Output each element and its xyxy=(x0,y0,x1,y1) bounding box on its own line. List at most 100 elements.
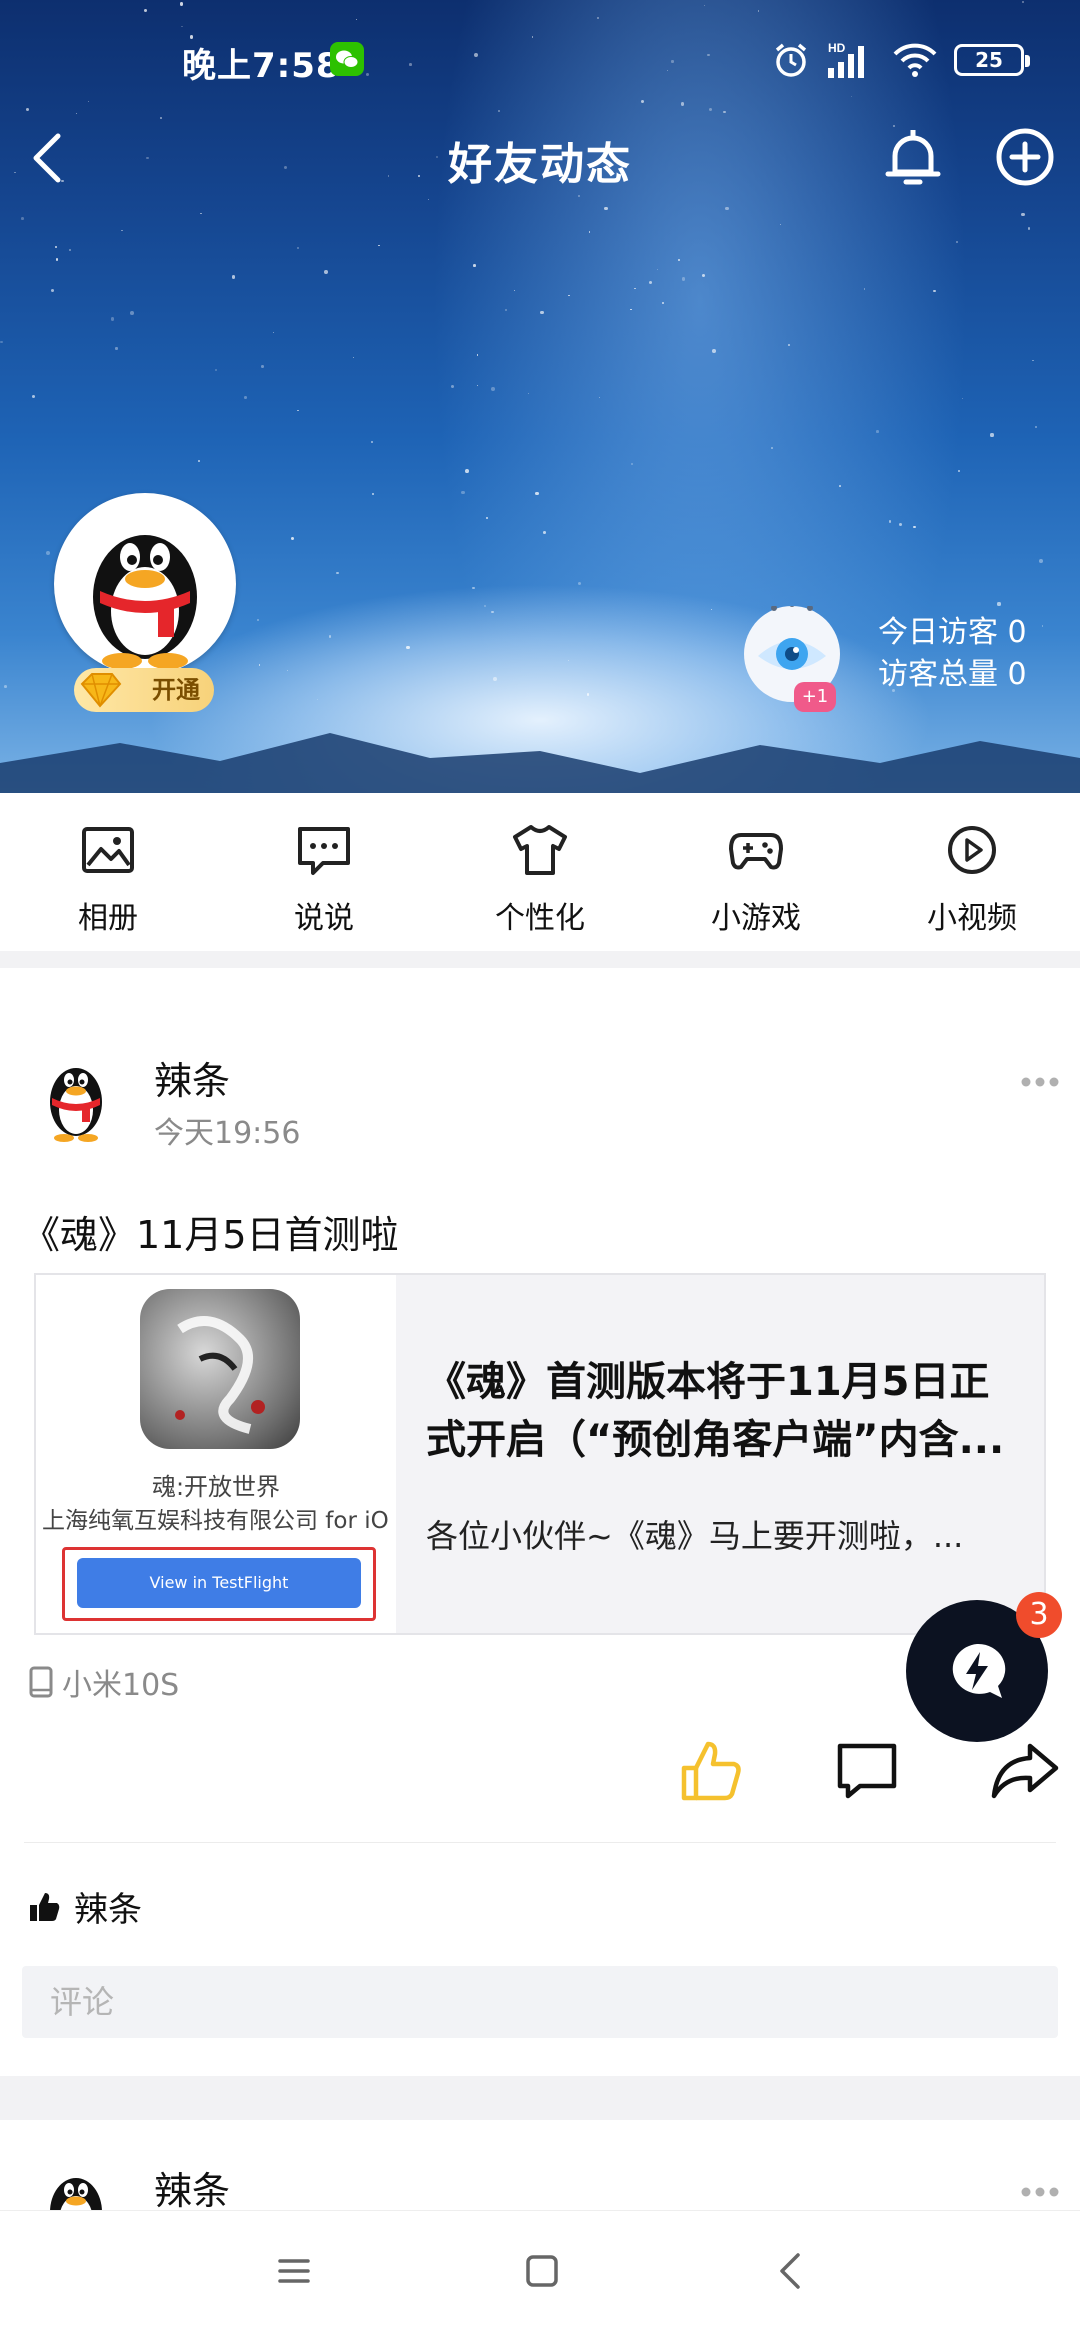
menu-item-personalize[interactable]: 个性化 xyxy=(432,793,648,951)
bell-icon[interactable] xyxy=(880,122,946,192)
game-app-icon xyxy=(140,1289,300,1449)
star xyxy=(788,344,790,347)
lightning-chat-icon xyxy=(952,1643,1006,1698)
star xyxy=(543,530,547,534)
star xyxy=(888,520,892,523)
star xyxy=(933,289,936,293)
share-description: 各位小伙伴~《魂》马上要开测啦，... xyxy=(426,1517,964,1555)
star xyxy=(111,317,115,321)
star xyxy=(710,608,713,611)
home-square-icon[interactable] xyxy=(524,2253,560,2289)
star xyxy=(535,491,539,496)
star xyxy=(143,8,148,13)
post-author[interactable]: 辣条 xyxy=(154,1050,230,1105)
star xyxy=(712,349,717,353)
star xyxy=(656,268,658,271)
star xyxy=(336,571,339,575)
star xyxy=(1039,559,1044,563)
more-options-icon[interactable] xyxy=(1020,1076,1060,1088)
star xyxy=(990,433,994,437)
share-arrow-icon[interactable] xyxy=(990,1740,1060,1800)
star xyxy=(648,281,653,285)
star xyxy=(328,635,332,639)
star xyxy=(514,290,516,292)
star xyxy=(0,341,3,344)
star xyxy=(231,275,235,279)
star xyxy=(701,273,706,278)
menu-item-shuoshuo[interactable]: 说说 xyxy=(216,793,432,951)
star xyxy=(472,264,476,267)
star xyxy=(598,396,601,399)
star xyxy=(261,365,264,369)
star xyxy=(631,462,634,466)
star xyxy=(490,387,495,392)
star xyxy=(723,110,726,114)
star xyxy=(779,223,782,226)
top-nav: 好友动态 xyxy=(0,118,1080,198)
phone-icon xyxy=(29,1666,53,1698)
menu-label: 小游戏 xyxy=(711,901,801,936)
status-time: 晚上7:58 xyxy=(182,46,341,86)
author-avatar[interactable] xyxy=(36,1054,116,1142)
video-play-icon xyxy=(948,826,996,874)
star xyxy=(197,460,200,462)
photo-album-icon xyxy=(82,827,134,873)
vip-open-badge[interactable]: 开通 xyxy=(74,668,214,712)
star xyxy=(997,602,1001,606)
wechat-notification-icon xyxy=(330,42,364,76)
star xyxy=(485,517,488,520)
open-badge-label: 开通 xyxy=(152,676,200,704)
chat-bubble-icon xyxy=(298,827,350,875)
calligraphy-icon xyxy=(175,1316,265,1434)
comment-icon[interactable] xyxy=(836,1742,898,1800)
star xyxy=(540,310,545,315)
device-name: 小米10S xyxy=(62,1668,180,1703)
menu-item-short-video[interactable]: 小视频 xyxy=(864,793,1080,951)
star xyxy=(958,470,961,473)
system-nav-bar xyxy=(0,2210,1080,2340)
post-author[interactable]: 辣条 xyxy=(154,2160,230,2215)
star xyxy=(51,288,55,292)
view-in-testflight-button: View in TestFlight xyxy=(77,1558,361,1608)
star xyxy=(20,216,24,220)
star xyxy=(129,310,134,315)
more-options-icon[interactable] xyxy=(1020,2186,1060,2198)
star xyxy=(962,397,964,400)
star xyxy=(371,441,373,443)
liked-by-row[interactable]: 辣条 xyxy=(28,1882,142,1931)
star xyxy=(406,645,410,649)
menu-label: 小视频 xyxy=(927,901,1017,936)
shared-link-card[interactable]: 魂:开放世界 上海纯氧互娱科技有限公司 for iO View in TestF… xyxy=(34,1273,1046,1635)
status-icons: HD 25 xyxy=(772,40,1030,80)
star xyxy=(876,429,879,433)
game-company: 上海纯氧互娱科技有限公司 for iO xyxy=(42,1508,389,1534)
star xyxy=(490,610,494,614)
system-back-icon[interactable] xyxy=(772,2251,808,2291)
star xyxy=(484,604,487,608)
battery-indicator: 25 xyxy=(954,44,1030,76)
star xyxy=(588,231,591,233)
star xyxy=(1034,426,1037,429)
like-thumb-icon[interactable] xyxy=(678,1738,744,1804)
star xyxy=(290,536,295,541)
recent-apps-icon[interactable] xyxy=(276,2253,312,2289)
star xyxy=(955,241,958,243)
add-circle-icon[interactable] xyxy=(990,122,1060,192)
status-bar: 晚上7:58 HD 25 xyxy=(0,30,1080,94)
star xyxy=(577,581,582,586)
game-name: 魂:开放世界 xyxy=(151,1473,281,1501)
menu-item-minigame[interactable]: 小游戏 xyxy=(648,793,864,951)
comment-input[interactable]: 评论 xyxy=(22,1966,1058,2038)
visitor-stats[interactable]: 今日访客 0 访客总量 0 xyxy=(878,612,1027,696)
star xyxy=(200,212,202,214)
star xyxy=(371,492,375,496)
star xyxy=(596,16,599,19)
star xyxy=(1027,227,1031,230)
star xyxy=(604,206,608,211)
star xyxy=(181,26,183,28)
tshirt-icon xyxy=(513,825,567,875)
menu-item-album[interactable]: 相册 xyxy=(0,793,216,951)
profile-avatar[interactable] xyxy=(54,493,236,675)
liked-by-name: 辣条 xyxy=(74,1890,142,1930)
star xyxy=(1032,360,1034,362)
